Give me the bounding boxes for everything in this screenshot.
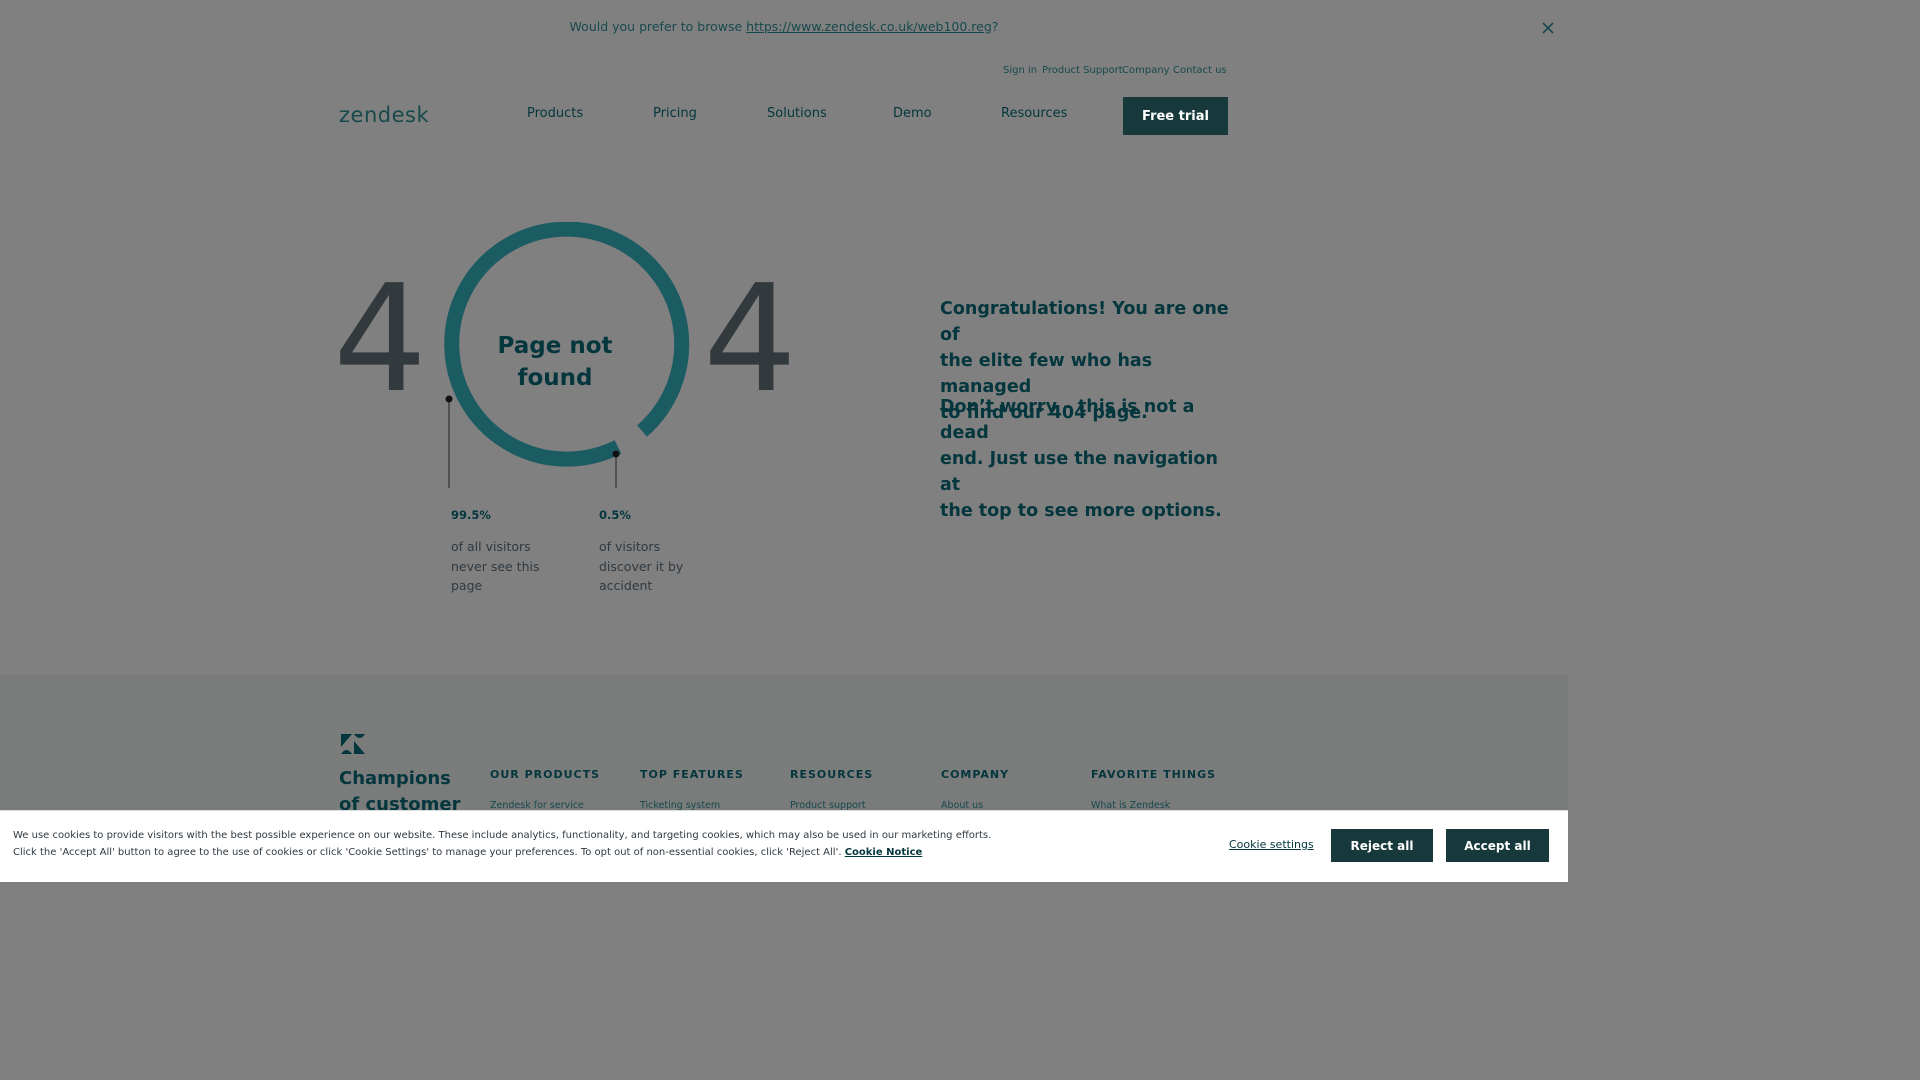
stat-desc-line: page [451, 578, 483, 593]
close-icon[interactable] [1538, 18, 1558, 38]
hero-line: Congratulations! You are one of [940, 299, 1229, 345]
footer-heading-products: OUR PRODUCTS [490, 768, 601, 781]
zendesk-logo[interactable]: zendesk [339, 103, 429, 127]
page-not-found-line-2: found [517, 365, 593, 391]
region-prompt-prefix: Would you prefer to browse [569, 19, 747, 34]
zendesk-logo-icon[interactable] [341, 734, 365, 754]
error-digit-right: 4 [703, 253, 798, 425]
nav-products[interactable]: Products [527, 106, 583, 121]
hero-line: the elite few who has managed [940, 351, 1153, 397]
stat-desc-never: of all visitors never see this page [451, 537, 551, 596]
page-not-found-line-1: Page not [497, 333, 613, 359]
stat-desc-line: accident [599, 578, 653, 593]
nav-pricing[interactable]: Pricing [653, 106, 697, 121]
error-digit-left: 4 [333, 253, 428, 425]
region-link[interactable]: https://www.zendesk.co.uk/web100.reg [746, 19, 992, 34]
cookie-text-line-2: Click the 'Accept All' button to agree t… [13, 847, 922, 858]
cookie-text-line-1: We use cookies to provide visitors with … [13, 830, 992, 841]
cookie-text-line-2-body: Click the 'Accept All' button to agree t… [13, 847, 842, 858]
footer-heading-company: COMPANY [941, 768, 1010, 781]
region-banner: Would you prefer to browse https://www.z… [0, 0, 1568, 54]
nav-demo[interactable]: Demo [893, 106, 932, 121]
footer-heading-features: TOP FEATURES [640, 768, 744, 781]
stat-marker-left [445, 395, 453, 403]
nav-solutions[interactable]: Solutions [767, 106, 827, 121]
tagline-line: Champions [339, 768, 451, 789]
nav-resources[interactable]: Resources [1001, 106, 1067, 121]
hero-line: the top to see more options. [940, 501, 1222, 521]
footer-heading-favorite-things: FAVORITE THINGS [1091, 768, 1217, 781]
hero-line: end. Just use the navigation at [940, 449, 1218, 495]
stat-desc-line: never see this [451, 558, 540, 574]
cookie-settings-link[interactable]: Cookie settings [1229, 838, 1314, 851]
cookie-notice-link[interactable]: Cookie Notice [845, 847, 923, 858]
stat-desc-line: discover it by [599, 558, 684, 574]
utility-company[interactable]: Company [1122, 65, 1170, 76]
region-prompt-suffix: ? [991, 19, 999, 34]
stat-desc-accident: of visitors discover it by accident [599, 537, 699, 596]
accept-all-button[interactable]: Accept all [1446, 829, 1549, 862]
stat-marker-right [612, 450, 620, 458]
utility-product-support[interactable]: Product Support [1042, 65, 1123, 76]
hero-paragraph-dont-worry: Don’t worry – this is not a dead end. Ju… [940, 394, 1240, 524]
free-trial-button[interactable]: Free trial [1123, 97, 1228, 135]
utility-contact-us[interactable]: Contact us [1173, 65, 1227, 76]
reject-all-button[interactable]: Reject all [1331, 829, 1433, 862]
hero-line: Don’t worry – this is not a dead [940, 397, 1195, 443]
stat-percent-never: 99.5% [451, 508, 491, 522]
stat-desc-line: of all visitors [451, 539, 531, 554]
page-not-found-title: Page not found [475, 330, 635, 394]
stat-desc-line: of visitors [599, 539, 661, 554]
stat-percent-accident: 0.5% [599, 508, 631, 522]
region-prompt: Would you prefer to browse https://www.z… [0, 19, 1568, 34]
footer-heading-resources: RESOURCES [790, 768, 874, 781]
utility-sign-in[interactable]: Sign in [1003, 65, 1037, 76]
